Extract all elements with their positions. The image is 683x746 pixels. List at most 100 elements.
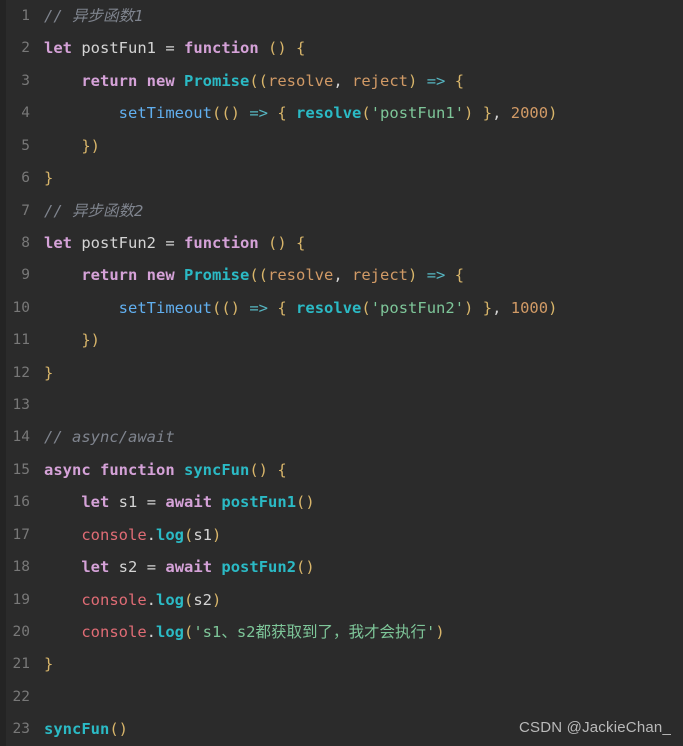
code-line[interactable]: 9 return new Promise((resolve, reject) =… [0, 259, 683, 291]
code-token: await [165, 558, 213, 577]
code-token: () [296, 558, 315, 577]
line-content[interactable]: } [30, 648, 683, 680]
code-token: () [268, 39, 287, 58]
code-line[interactable]: 5 }) [0, 130, 683, 162]
code-token: ) [408, 71, 418, 90]
code-line[interactable]: 16 let s1 = await postFun1() [0, 486, 683, 518]
code-line[interactable]: 6} [0, 162, 683, 194]
code-token: ( [184, 590, 194, 609]
code-line[interactable]: 13 [0, 389, 683, 421]
code-line[interactable]: 2 let postFun1 = function () { [0, 32, 683, 64]
line-content[interactable]: let postFun1 = function () { [30, 32, 683, 64]
line-number: 6 [21, 170, 30, 187]
line-content[interactable]: return new Promise((resolve, reject) => … [30, 65, 683, 97]
code-line[interactable]: 18 let s2 = await postFun2() [0, 551, 683, 583]
line-content[interactable]: return new Promise((resolve, reject) => … [30, 259, 683, 291]
code-token: , [492, 298, 511, 317]
line-content[interactable]: setTimeout(() => { resolve('postFun2') }… [30, 292, 683, 324]
code-token: ( [361, 298, 371, 317]
code-token: resolve [296, 298, 362, 317]
code-token: function [184, 39, 259, 58]
code-token: () [109, 720, 128, 739]
code-line[interactable]: 4 setTimeout(() => { resolve('postFun1')… [0, 97, 683, 129]
code-token: => [249, 298, 269, 317]
code-line[interactable]: 21} [0, 648, 683, 680]
line-content[interactable]: // 异步函数2 [30, 195, 683, 227]
line-number: 11 [12, 332, 30, 349]
code-line[interactable]: 17 console.log(s1) [0, 519, 683, 551]
code-line[interactable]: 12} [0, 357, 683, 389]
code-token: log [156, 590, 184, 609]
code-line[interactable]: 7 // 异步函数2 [0, 195, 683, 227]
code-line[interactable]: 3 return new Promise((resolve, reject) =… [0, 65, 683, 97]
code-editor[interactable]: 1// 异步函数1 2 let postFun1 = function () {3 … [0, 0, 683, 746]
code-token: } [44, 655, 54, 674]
line-content[interactable]: console.log(s1) [30, 519, 683, 551]
code-line[interactable]: 19 console.log(s2) [0, 584, 683, 616]
line-content[interactable]: async function syncFun() { [30, 454, 683, 486]
code-line[interactable]: 1 // 异步函数1 [0, 0, 683, 32]
code-token: log [156, 525, 184, 544]
line-content[interactable]: let s1 = await postFun1() [30, 486, 683, 518]
line-content[interactable]: console.log('s1、s2都获取到了，我才会执行') [30, 616, 683, 648]
code-token: let [44, 39, 72, 58]
code-token: resolve [268, 266, 334, 285]
line-content[interactable]: } [30, 162, 683, 194]
code-token: => [249, 104, 269, 123]
code-token: 1000 [510, 298, 549, 317]
code-token: ) [435, 623, 445, 642]
line-content[interactable]: }) [30, 130, 683, 162]
code-token: . [146, 525, 156, 544]
code-token: let [81, 493, 110, 512]
line-content[interactable]: let s2 = await postFun2() [30, 551, 683, 583]
line-content[interactable]: // async/await [30, 421, 683, 453]
code-token: } [44, 363, 54, 382]
line-content[interactable]: }) [30, 324, 683, 356]
line-number: 17 [12, 526, 30, 543]
code-line[interactable]: 10 setTimeout(() => { resolve('postFun2'… [0, 292, 683, 324]
line-content[interactable]: setTimeout(() => { resolve('postFun1') }… [30, 97, 683, 129]
code-token: new [146, 71, 175, 90]
line-content[interactable]: let postFun2 = function () { [30, 227, 683, 259]
code-token: postFun2 [221, 558, 297, 577]
code-line[interactable]: 22 [0, 681, 683, 713]
code-line[interactable]: 15 async function syncFun() { [0, 454, 683, 486]
code-token: s1 [193, 525, 213, 544]
line-number: 16 [12, 494, 30, 511]
line-number: 15 [12, 461, 30, 478]
line-content[interactable]: console.log(s2) [30, 584, 683, 616]
line-content[interactable]: } [30, 357, 683, 389]
code-line[interactable]: 8 let postFun2 = function () { [0, 227, 683, 259]
code-line[interactable]: 11 }) [0, 324, 683, 356]
code-token: = [146, 558, 157, 577]
code-line[interactable]: 14 // async/await [0, 421, 683, 453]
line-content[interactable]: // 异步函数1 [30, 0, 683, 32]
line-number: 19 [12, 591, 30, 608]
code-token: , [333, 266, 353, 285]
code-line[interactable]: 20 console.log('s1、s2都获取到了，我才会执行') [0, 616, 683, 648]
code-token: syncFun [184, 460, 250, 479]
code-token: } [44, 169, 54, 188]
watermark-label: CSDN @JackieChan_ [518, 719, 671, 736]
code-token: } [482, 104, 493, 123]
